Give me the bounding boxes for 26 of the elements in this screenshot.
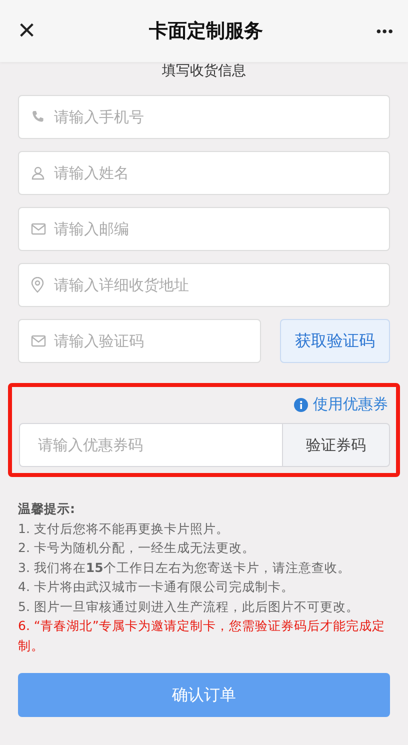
tips-title: 温馨提示: [18,500,76,518]
warning-note: 6. “青春湖北”专属卡为邀请定制卡，您需验证券码后才能完成定制。 [18,617,386,654]
tip-item: 2. 卡号为随机分配，一经生成无法更改。 [18,539,256,557]
tip-item: 4. 卡片将由武汉城市一卡通有限公司完成制卡。 [18,578,295,596]
info-icon [294,398,308,412]
more-button[interactable]: ••• [376,23,394,39]
verification-code-field[interactable]: 请输入验证码 [18,319,261,363]
location-pin-icon [31,277,44,293]
page-title: 卡面定制服务 [148,19,263,44]
tip-item: 5. 图片一旦审核通过则进入生产流程，此后图片不可更改。 [18,598,360,616]
person-icon [31,166,45,180]
coupon-code-field[interactable]: 请输入优惠券码 [19,423,282,467]
get-code-button[interactable]: 获取验证码 [280,319,390,363]
close-button[interactable]: × [18,16,36,46]
section-title: 填写收货信息 [161,63,247,79]
input-field[interactable]: 请输入姓名 [18,151,390,195]
mail-icon [31,335,46,347]
input-field[interactable]: 请输入手机号 [18,95,390,139]
input-field[interactable]: 请输入邮编 [18,207,390,251]
verify-coupon-button[interactable]: 验证券码 [282,423,390,467]
input-field[interactable]: 请输入详细收货地址 [18,263,390,307]
phone-icon [31,110,45,124]
use-coupon-link[interactable]: 使用优惠券 [313,395,388,414]
tip-item: 3. 我们将在15个工作日左右为您寄送卡片，请注意查收。 [18,558,352,576]
mail-icon [31,223,46,235]
tip-item: 1. 支付后您将不能再更换卡片照片。 [18,520,230,538]
